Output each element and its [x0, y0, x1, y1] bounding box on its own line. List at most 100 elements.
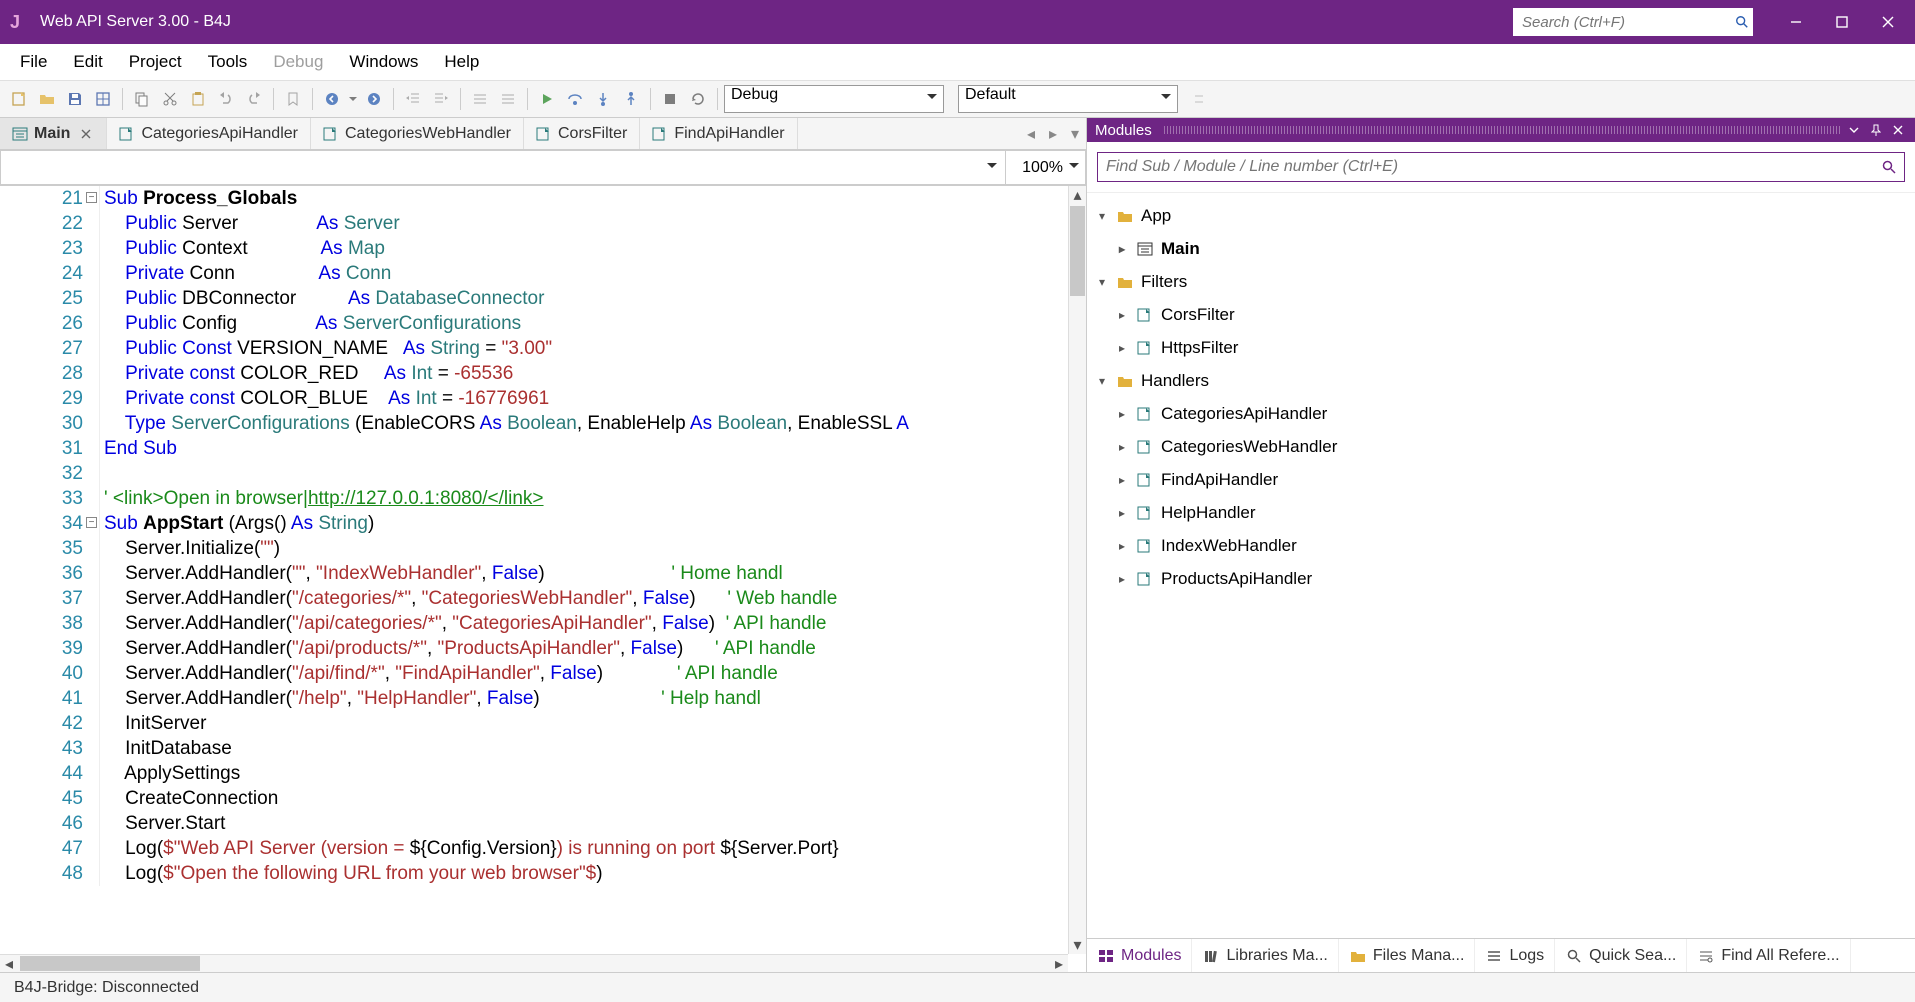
- nav-back-dropdown-icon[interactable]: [347, 86, 359, 112]
- menu-project[interactable]: Project: [117, 48, 194, 76]
- chevron-right-icon[interactable]: [1115, 308, 1129, 322]
- bookmark-icon[interactable]: [280, 86, 306, 112]
- title-search-button[interactable]: [1731, 9, 1752, 35]
- undo-icon[interactable]: [213, 86, 239, 112]
- chevron-right-icon[interactable]: [1115, 473, 1129, 487]
- paste-icon[interactable]: [185, 86, 211, 112]
- tree-item-helphandler[interactable]: HelpHandler: [1087, 496, 1915, 529]
- code-line[interactable]: 32: [0, 461, 1068, 486]
- tree-item-categorieswebhandler[interactable]: CategoriesWebHandler: [1087, 430, 1915, 463]
- toolbar-overflow-icon[interactable]: [1186, 86, 1212, 112]
- chevron-right-icon[interactable]: [1115, 506, 1129, 520]
- fold-toggle-icon[interactable]: −: [86, 517, 97, 528]
- code-line[interactable]: 44 ApplySettings: [0, 761, 1068, 786]
- open-project-icon[interactable]: [34, 86, 60, 112]
- panel-tab-findall[interactable]: Find All Refere...: [1687, 939, 1850, 972]
- code-line[interactable]: 41 Server.AddHandler("/help", "HelpHandl…: [0, 686, 1068, 711]
- tree-item-handlers[interactable]: Handlers: [1087, 364, 1915, 397]
- tree-item-app[interactable]: App: [1087, 199, 1915, 232]
- code-line[interactable]: 40 Server.AddHandler("/api/find/*", "Fin…: [0, 661, 1068, 686]
- build-config-combo[interactable]: Debug: [724, 85, 944, 113]
- menu-file[interactable]: File: [8, 48, 59, 76]
- code-line[interactable]: 38 Server.AddHandler("/api/categories/*"…: [0, 611, 1068, 636]
- tree-item-categoriesapihandler[interactable]: CategoriesApiHandler: [1087, 397, 1915, 430]
- code-line[interactable]: 26 Public Config As ServerConfigurations: [0, 311, 1068, 336]
- member-nav-combo[interactable]: [0, 150, 1006, 185]
- tab-categorieswebhandler[interactable]: CategoriesWebHandler: [311, 118, 524, 149]
- code-line[interactable]: 25 Public DBConnector As DatabaseConnect…: [0, 286, 1068, 311]
- panel-tab-modules[interactable]: Modules: [1087, 939, 1192, 972]
- fold-toggle-icon[interactable]: −: [86, 192, 97, 203]
- code-line[interactable]: 27 Public Const VERSION_NAME As String =…: [0, 336, 1068, 361]
- tree-item-indexwebhandler[interactable]: IndexWebHandler: [1087, 529, 1915, 562]
- chevron-right-icon[interactable]: [1115, 572, 1129, 586]
- redo-icon[interactable]: [241, 86, 267, 112]
- stop-icon[interactable]: [657, 86, 683, 112]
- tab-nav-next-icon[interactable]: ▸: [1042, 118, 1064, 149]
- tree-item-main[interactable]: Main: [1087, 232, 1915, 265]
- outdent-icon[interactable]: [400, 86, 426, 112]
- export-icon[interactable]: [90, 86, 116, 112]
- code-line[interactable]: 42 InitServer: [0, 711, 1068, 736]
- code-line[interactable]: 33' <link>Open in browser|http://127.0.0…: [0, 486, 1068, 511]
- menu-tools[interactable]: Tools: [196, 48, 260, 76]
- code-line[interactable]: 34−Sub AppStart (Args() As String): [0, 511, 1068, 536]
- title-search-input[interactable]: [1514, 14, 1731, 31]
- build-target-combo[interactable]: Default: [958, 85, 1178, 113]
- chevron-right-icon[interactable]: [1115, 242, 1129, 256]
- nav-forward-icon[interactable]: [361, 86, 387, 112]
- code-line[interactable]: 37 Server.AddHandler("/categories/*", "C…: [0, 586, 1068, 611]
- step-out-icon[interactable]: [618, 86, 644, 112]
- copy-icon[interactable]: [129, 86, 155, 112]
- panel-tab-search[interactable]: Quick Sea...: [1555, 939, 1687, 972]
- chevron-right-icon[interactable]: [1115, 440, 1129, 454]
- tab-findapihandler[interactable]: FindApiHandler: [640, 118, 797, 149]
- code-line[interactable]: 47 Log($"Web API Server (version = ${Con…: [0, 836, 1068, 861]
- chevron-right-icon[interactable]: [1115, 407, 1129, 421]
- code-line[interactable]: 23 Public Context As Map: [0, 236, 1068, 261]
- horizontal-scrollbar[interactable]: ◂ ▸: [0, 954, 1068, 972]
- modules-search-icon[interactable]: [1874, 160, 1904, 174]
- code-editor[interactable]: 21−Sub Process_Globals22 Public Server A…: [0, 186, 1086, 972]
- panel-close-icon[interactable]: [1889, 121, 1907, 139]
- tree-item-filters[interactable]: Filters: [1087, 265, 1915, 298]
- tab-close-icon[interactable]: [80, 127, 94, 141]
- tree-item-corsfilter[interactable]: CorsFilter: [1087, 298, 1915, 331]
- zoom-combo[interactable]: 100%: [1006, 150, 1086, 185]
- menu-edit[interactable]: Edit: [61, 48, 114, 76]
- menu-windows[interactable]: Windows: [337, 48, 430, 76]
- uncomment-icon[interactable]: [495, 86, 521, 112]
- code-line[interactable]: 31End Sub: [0, 436, 1068, 461]
- vertical-scrollbar[interactable]: ▴ ▾: [1068, 186, 1086, 954]
- panel-pin-icon[interactable]: [1867, 121, 1885, 139]
- step-into-icon[interactable]: [590, 86, 616, 112]
- title-search-box[interactable]: [1513, 8, 1753, 36]
- indent-icon[interactable]: [428, 86, 454, 112]
- close-button[interactable]: [1865, 0, 1911, 44]
- code-line[interactable]: 35 Server.Initialize(""): [0, 536, 1068, 561]
- code-line[interactable]: 46 Server.Start: [0, 811, 1068, 836]
- code-line[interactable]: 30 Type ServerConfigurations (EnableCORS…: [0, 411, 1068, 436]
- chevron-down-icon[interactable]: [1095, 374, 1109, 388]
- nav-back-icon[interactable]: [319, 86, 345, 112]
- chevron-right-icon[interactable]: [1115, 539, 1129, 553]
- step-over-icon[interactable]: [562, 86, 588, 112]
- tree-item-findapihandler[interactable]: FindApiHandler: [1087, 463, 1915, 496]
- restart-icon[interactable]: [685, 86, 711, 112]
- tab-nav-list-icon[interactable]: ▾: [1064, 118, 1086, 149]
- code-line[interactable]: 24 Private Conn As Conn: [0, 261, 1068, 286]
- maximize-button[interactable]: [1819, 0, 1865, 44]
- cut-icon[interactable]: [157, 86, 183, 112]
- tab-nav-prev-icon[interactable]: ◂: [1020, 118, 1042, 149]
- comment-icon[interactable]: [467, 86, 493, 112]
- tab-corsfilter[interactable]: CorsFilter: [524, 118, 640, 149]
- code-line[interactable]: 21−Sub Process_Globals: [0, 186, 1068, 211]
- save-icon[interactable]: [62, 86, 88, 112]
- code-line[interactable]: 39 Server.AddHandler("/api/products/*", …: [0, 636, 1068, 661]
- panel-tab-logs[interactable]: Logs: [1475, 939, 1555, 972]
- modules-search-input[interactable]: [1098, 158, 1874, 176]
- panel-tab-files[interactable]: Files Mana...: [1339, 939, 1476, 972]
- modules-search-box[interactable]: [1097, 152, 1905, 182]
- code-line[interactable]: 48 Log($"Open the following URL from you…: [0, 861, 1068, 886]
- code-line[interactable]: 22 Public Server As Server: [0, 211, 1068, 236]
